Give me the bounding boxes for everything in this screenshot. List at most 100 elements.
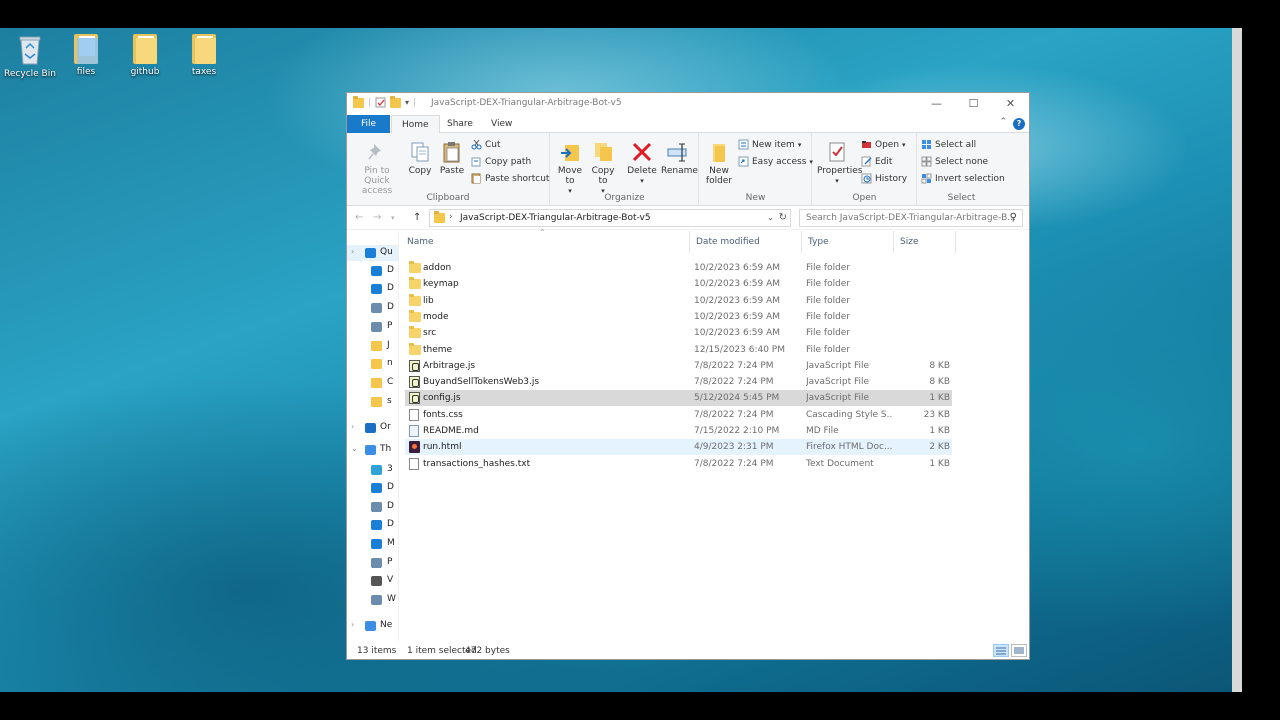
nav-item[interactable]: › Qu [347,245,398,261]
breadcrumb[interactable]: JavaScript-DEX-Triangular-Arbitrage-Bot-… [460,213,651,223]
nav-item[interactable]: V [347,573,398,589]
desktop-icon-label: files [76,67,96,77]
history-button[interactable]: History [861,173,907,184]
file-row[interactable]: keymap 10/2/2023 6:59 AM File folder [405,276,952,292]
back-arrow-icon[interactable]: ← [355,212,363,223]
properties-button[interactable]: Properties ▾ [817,141,862,186]
file-row[interactable]: addon 10/2/2023 6:59 AM File folder [405,260,952,276]
new-folder-button[interactable]: New folder [704,141,734,186]
delete-button[interactable]: Delete ▾ [627,141,657,186]
file-row[interactable]: fonts.css 7/8/2022 7:24 PM Cascading Style… [405,407,952,423]
file-row[interactable]: mode 10/2/2023 6:59 AM File folder [405,309,952,325]
nav-item[interactable]: P [347,319,398,335]
file-type: File folder [806,344,851,355]
tab-share[interactable]: Share [437,115,483,133]
nav-item[interactable]: 3 [347,462,398,478]
folder-icon [371,341,382,351]
nav-item[interactable]: n [347,356,398,372]
file-row[interactable]: README.md 7/15/2022 2:10 PM MD File 1 KB [405,423,952,439]
expand-chevron-icon[interactable]: ⌄ [351,444,358,453]
column-type[interactable]: Type [802,231,894,253]
file-row[interactable]: Arbitrage.js 7/8/2022 7:24 PM JavaScript F… [405,358,952,374]
nav-item[interactable]: ⌄ Th [347,442,398,458]
history-label: History [875,173,908,184]
open-button[interactable]: Open ▾ [861,139,906,150]
file-row[interactable]: theme 12/15/2023 6:40 PM File folder [405,342,952,358]
paste-button[interactable]: Paste [437,141,467,176]
nav-item[interactable]: s [347,394,398,410]
desktop-icon-github[interactable]: github [115,32,175,77]
nav-item[interactable]: D [347,499,398,515]
large-icons-view-button[interactable] [1011,644,1027,657]
nav-item[interactable]: D [347,517,398,533]
properties-icon[interactable] [375,97,386,108]
tab-view[interactable]: View [481,115,522,133]
nav-item[interactable]: J [347,338,398,354]
copy-path-button[interactable]: Copy path [471,156,531,167]
minimize-button[interactable]: — [918,93,955,115]
file-row[interactable]: run.html 4/9/2023 2:31 PM Firefox HTML Doc… [405,439,952,456]
music-icon [371,539,382,549]
nav-item[interactable]: D [347,300,398,316]
collapse-ribbon-chevron-icon[interactable]: ⌃ [999,117,1007,127]
pictures-icon [371,322,382,332]
desktop-icon-taxes[interactable]: taxes [174,32,234,77]
file-name: keymap [423,279,459,290]
copy-button[interactable]: Copy [405,141,435,176]
delete-label: Delete [627,166,657,176]
file-name: Arbitrage.js [423,360,476,371]
nav-item[interactable]: W [347,592,398,608]
up-arrow-icon[interactable]: ↑ [413,212,421,223]
window-title: JavaScript-DEX-Triangular-Arbitrage-Bot-… [431,98,622,108]
tab-file[interactable]: File [347,115,390,133]
new-folder-icon[interactable] [390,95,402,108]
rename-button[interactable]: Rename [661,141,698,176]
nav-item[interactable]: C [347,375,398,391]
desktop-icon-label: github [130,67,160,77]
desktop-icon-recycle-bin[interactable]: Recycle Bin [0,32,60,79]
address-dropdown-chevron-icon[interactable]: ⌄ [767,213,774,222]
column-size[interactable]: Size [894,231,956,253]
expand-chevron-icon[interactable]: › [351,247,354,256]
downloads-icon [371,520,382,530]
recent-locations-chevron-icon[interactable]: ▾ [391,214,395,222]
file-row[interactable]: lib 10/2/2023 6:59 AM File folder [405,293,952,309]
refresh-icon[interactable]: ↻ [779,212,787,223]
cut-button[interactable]: Cut [471,139,501,150]
search-input[interactable]: Search JavaScript-DEX-Triangular-Arbitra… [799,209,1023,227]
history-icon [861,173,872,184]
nav-item[interactable]: › Ne [347,618,398,634]
copy-to-button[interactable]: Copy to ▾ [588,141,618,196]
help-icon[interactable]: ? [1013,118,1025,130]
nav-item[interactable]: D [347,281,398,297]
pin-to-quick-access-button[interactable]: Pin to Quick access [351,141,403,196]
customize-toolbar-chevron-icon[interactable]: ▾ [405,98,409,107]
new-item-button[interactable]: New item ▾ [738,139,801,150]
expand-chevron-icon[interactable]: › [351,620,354,629]
move-to-button[interactable]: Move to ▾ [555,141,585,196]
column-date-modified[interactable]: Date modified [690,231,802,253]
tab-home[interactable]: Home [391,115,440,134]
nav-item[interactable]: › Or [347,420,398,436]
expand-chevron-icon[interactable]: › [351,422,354,431]
address-bar[interactable]: › JavaScript-DEX-Triangular-Arbitrage-Bo… [429,209,791,227]
invert-selection-button[interactable]: Invert selection [921,173,1005,184]
file-row[interactable]: config.js 5/12/2024 5:45 PM JavaScript Fil… [405,390,952,407]
nav-item[interactable]: M [347,536,398,552]
nav-item[interactable]: D [347,480,398,496]
maximize-button[interactable]: ☐ [955,93,992,115]
file-row[interactable]: transactions_hashes.txt 7/8/2022 7:24 PM T… [405,456,952,472]
forward-arrow-icon[interactable]: → [373,212,381,223]
paste-shortcut-button[interactable]: Paste shortcut [471,173,549,184]
details-view-button[interactable] [993,644,1009,657]
nav-item[interactable]: P [347,555,398,571]
nav-item[interactable]: D [347,263,398,279]
close-button[interactable]: ✕ [992,93,1029,115]
select-none-button[interactable]: Select none [921,156,988,167]
easy-access-button[interactable]: Easy access ▾ [738,156,813,167]
select-all-button[interactable]: Select all [921,139,976,150]
file-row[interactable]: src 10/2/2023 6:59 AM File folder [405,325,952,341]
file-row[interactable]: BuyandSellTokensWeb3.js 7/8/2022 7:24 PM J… [405,374,952,390]
desktop-icon-files[interactable]: files [56,32,116,77]
edit-button[interactable]: Edit [861,156,892,167]
